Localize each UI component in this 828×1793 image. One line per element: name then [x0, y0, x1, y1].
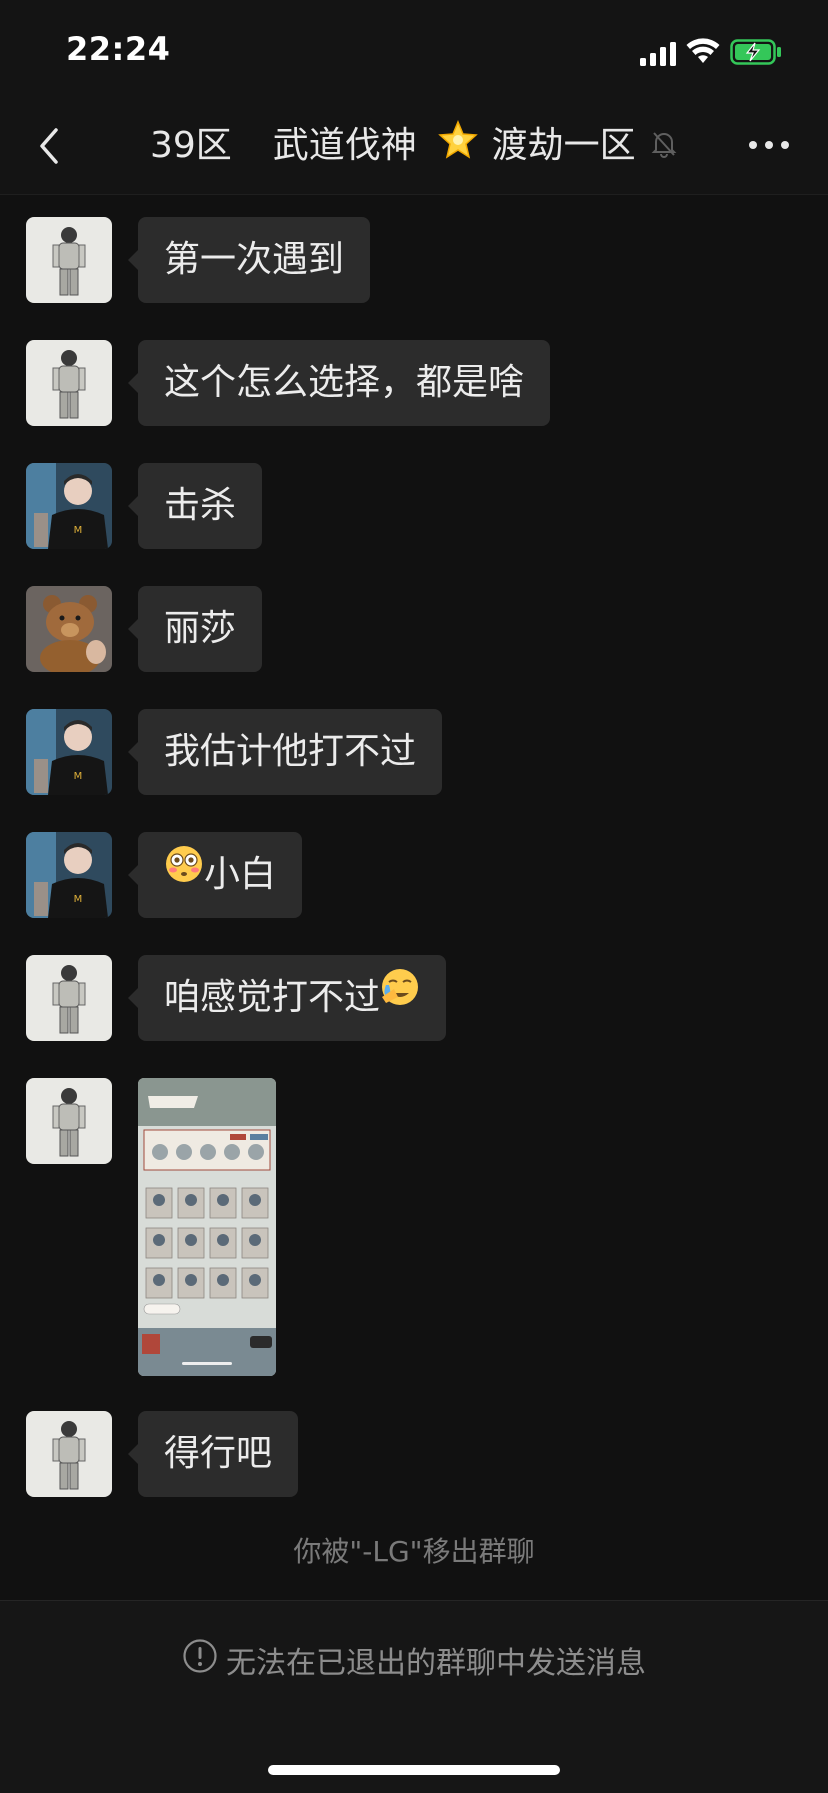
battery-charging-icon	[730, 39, 782, 69]
mute-icon	[651, 122, 677, 172]
svg-text:M: M	[74, 525, 83, 536]
more-icon[interactable]	[744, 130, 794, 160]
flushed-face-emoji-icon	[164, 830, 204, 916]
message-bubble[interactable]: 咱感觉打不过	[127, 953, 447, 1041]
message-bubble[interactable]: 丽莎	[127, 586, 263, 672]
message-text: 咱感觉打不过	[164, 977, 381, 1018]
message-text: 小白	[204, 854, 277, 895]
message-bubble[interactable]: 得行吧	[127, 1411, 299, 1497]
message-bubble[interactable]: 第一次遇到	[127, 217, 371, 303]
status-time: 22:24	[66, 30, 171, 68]
status-bar: 22:24	[0, 0, 828, 100]
back-icon[interactable]	[30, 122, 70, 170]
bottom-notice: 无法在已退出的群聊中发送消息	[0, 1638, 828, 1688]
game-screenshot-thumbnail[interactable]	[138, 1078, 276, 1376]
chat-title-zone: 39区	[150, 125, 232, 166]
svg-text:M: M	[74, 894, 83, 905]
chat-header: 39区 武道伐神 渡劫一区	[0, 100, 828, 195]
sketch-avatar[interactable]	[26, 1411, 112, 1497]
message-list[interactable]: 第一次遇到 这个怎么选择，都是啥 M 击杀 丽莎 M 我估计他打不过 M 小白 …	[0, 195, 828, 1600]
crying-face-emoji-icon	[380, 953, 420, 1039]
sketch-avatar[interactable]	[26, 1078, 112, 1164]
photo-avatar-bear[interactable]	[26, 586, 112, 672]
home-indicator[interactable]	[268, 1765, 560, 1775]
chat-title: 39区 武道伐神 渡劫一区	[150, 120, 710, 170]
status-icons	[640, 38, 790, 68]
svg-text:M: M	[74, 771, 83, 782]
photo-avatar-man[interactable]: M	[26, 463, 112, 549]
bottom-notice-text: 无法在已退出的群聊中发送消息	[226, 1646, 646, 1681]
sketch-avatar[interactable]	[26, 217, 112, 303]
signal-icon	[640, 42, 676, 70]
system-notice: 你被"-LG"移出群聊	[293, 1535, 535, 1568]
message-bubble[interactable]: 这个怎么选择，都是啥	[127, 340, 551, 426]
sketch-avatar[interactable]	[26, 955, 112, 1041]
info-icon	[182, 1638, 218, 1685]
sketch-avatar[interactable]	[26, 340, 112, 426]
message-bubble[interactable]: 小白	[127, 830, 303, 918]
chat-title-name: 武道伐神	[272, 125, 417, 166]
photo-avatar-man[interactable]: M	[26, 709, 112, 795]
photo-avatar-man[interactable]: M	[26, 832, 112, 918]
chat-title-suffix: 渡劫一区	[491, 125, 636, 166]
star-emoji-icon	[438, 120, 478, 174]
message-bubble[interactable]: 击杀	[127, 463, 263, 549]
input-disabled-bar: 无法在已退出的群聊中发送消息	[0, 1600, 828, 1793]
wifi-icon	[686, 38, 720, 70]
message-bubble[interactable]: 我估计他打不过	[127, 709, 443, 795]
